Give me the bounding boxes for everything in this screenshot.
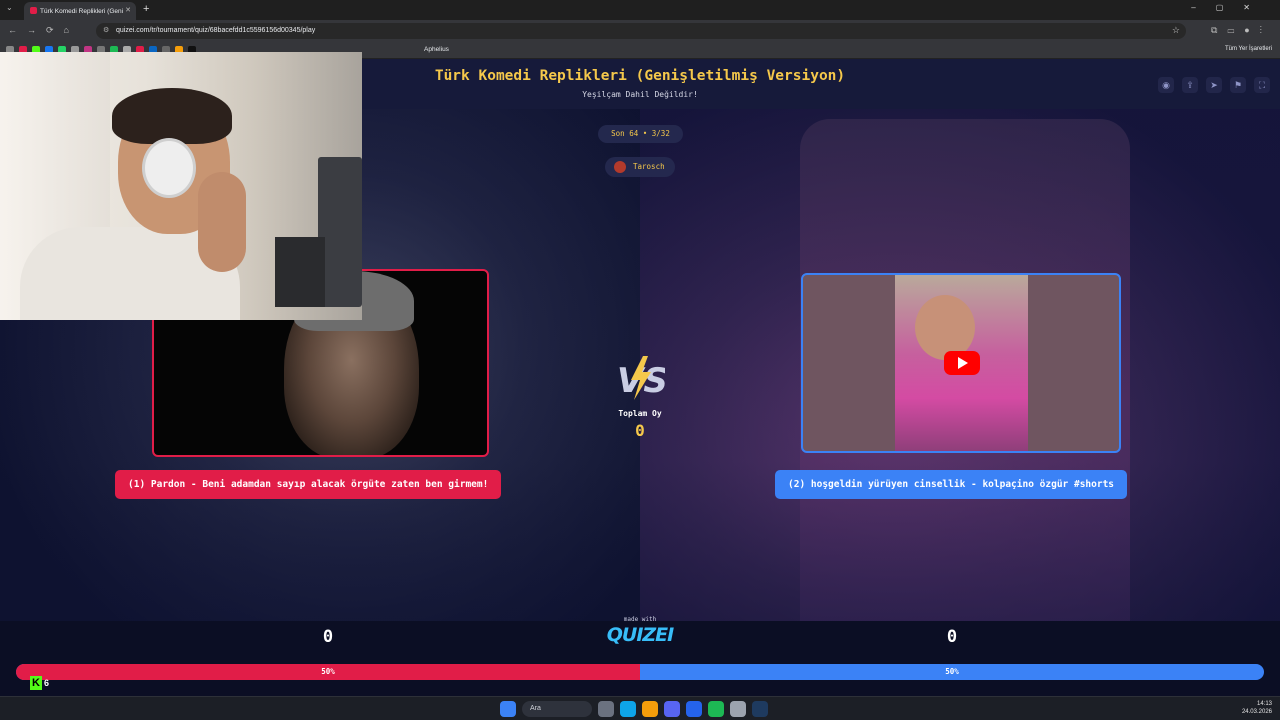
total-votes-label: Toplam Oy — [618, 409, 662, 418]
send-icon[interactable]: ➤ — [1206, 77, 1222, 93]
site-favicon-icon — [30, 7, 37, 14]
right-percent: 50% — [945, 667, 959, 676]
fullscreen-icon[interactable]: ⛶ — [1254, 77, 1270, 93]
webcam-person-hair — [112, 88, 232, 144]
tab-search-icon[interactable]: ⌄ — [6, 3, 13, 12]
avatar — [614, 161, 626, 173]
header-actions: ◉ ⇪ ➤ ⚑ ⛶ — [1158, 77, 1270, 93]
tab-close-icon[interactable]: ✕ — [125, 6, 131, 14]
taskbar-apps: Ara — [500, 701, 768, 717]
quizei-logo[interactable]: QUIZEI — [600, 624, 680, 646]
user-badge: Tarosch — [605, 157, 675, 177]
clock-date: 24.03.2026 — [1241, 709, 1272, 715]
versus-icon: VS — [617, 356, 665, 401]
browser-tab-active[interactable]: Türk Komedi Replikleri (Geni ✕ — [24, 2, 136, 20]
headphones-icon — [142, 138, 196, 198]
steam-icon[interactable] — [752, 701, 768, 717]
youtube-play-icon[interactable] — [944, 351, 980, 375]
url-text: quizei.com/tr/tournament/quiz/68bacefdd1… — [116, 27, 316, 34]
chrome-icon[interactable] — [642, 701, 658, 717]
right-score: 0 — [946, 627, 958, 647]
navigation-buttons[interactable]: ←→⟳⌂ — [8, 25, 79, 36]
taskbar-search[interactable]: Ara — [522, 701, 592, 717]
bookmark-aphelius[interactable]: Aphelius — [424, 46, 449, 53]
clock-time: 14:13 — [1256, 701, 1272, 707]
edge-icon[interactable] — [620, 701, 636, 717]
windows-taskbar: Ara 14:13 24.03.2026 — [0, 696, 1280, 720]
vote-progress-bar — [16, 664, 1264, 680]
browser-tab-strip: ⌄ Türk Komedi Replikleri (Geni ✕ + –▢✕ — [0, 0, 1280, 20]
eye-icon[interactable]: ◉ — [1158, 77, 1174, 93]
all-bookmarks[interactable]: Tüm Yer İşaretleri — [1225, 46, 1272, 52]
viewer-count-badge: K6 — [30, 676, 54, 692]
user-name: Tarosch — [633, 162, 665, 171]
webcam-screen — [275, 237, 325, 307]
site-info-icon[interactable]: ⚙ — [103, 26, 109, 34]
widgets-icon[interactable] — [598, 701, 614, 717]
new-tab-button[interactable]: + — [143, 3, 149, 15]
flag-icon[interactable]: ⚑ — [1230, 77, 1246, 93]
right-option-video[interactable] — [801, 273, 1121, 453]
discord-icon[interactable] — [664, 701, 680, 717]
left-option-button[interactable]: (1) Pardon - Beni adamdan sayıp alacak ö… — [115, 470, 502, 499]
spotify-icon[interactable] — [708, 701, 724, 717]
app-icon[interactable] — [686, 701, 702, 717]
right-option-button[interactable]: (2) hoşgeldin yürüyen cinsellik - kolpaç… — [775, 470, 1128, 499]
total-votes-value: 0 — [635, 421, 645, 440]
left-percent: 50% — [321, 667, 335, 676]
window-controls[interactable]: –▢✕ — [1191, 3, 1270, 12]
kick-logo-icon: K — [30, 676, 42, 690]
obs-icon[interactable] — [730, 701, 746, 717]
tab-title: Türk Komedi Replikleri (Geni — [40, 8, 124, 15]
round-indicator: Son 64 • 3/32 — [598, 125, 683, 143]
start-icon[interactable] — [500, 701, 516, 717]
webcam-overlay — [0, 52, 362, 320]
address-bar[interactable]: ⚙ quizei.com/tr/tournament/quiz/68bacefd… — [96, 23, 1186, 39]
taskbar-clock[interactable]: 14:13 24.03.2026 — [1242, 700, 1272, 716]
share-icon[interactable]: ⇪ — [1182, 77, 1198, 93]
address-bar-row: ←→⟳⌂ ⚙ quizei.com/tr/tournament/quiz/68b… — [0, 20, 1280, 42]
bookmark-star-icon[interactable]: ☆ — [1172, 25, 1180, 36]
made-with-label: made with — [623, 616, 657, 623]
viewer-count: 6 — [44, 678, 50, 688]
left-score: 0 — [322, 627, 334, 647]
webcam-person-hand — [198, 172, 246, 272]
browser-toolbar-icons[interactable]: ⧉▭●⋮ — [1211, 25, 1272, 36]
